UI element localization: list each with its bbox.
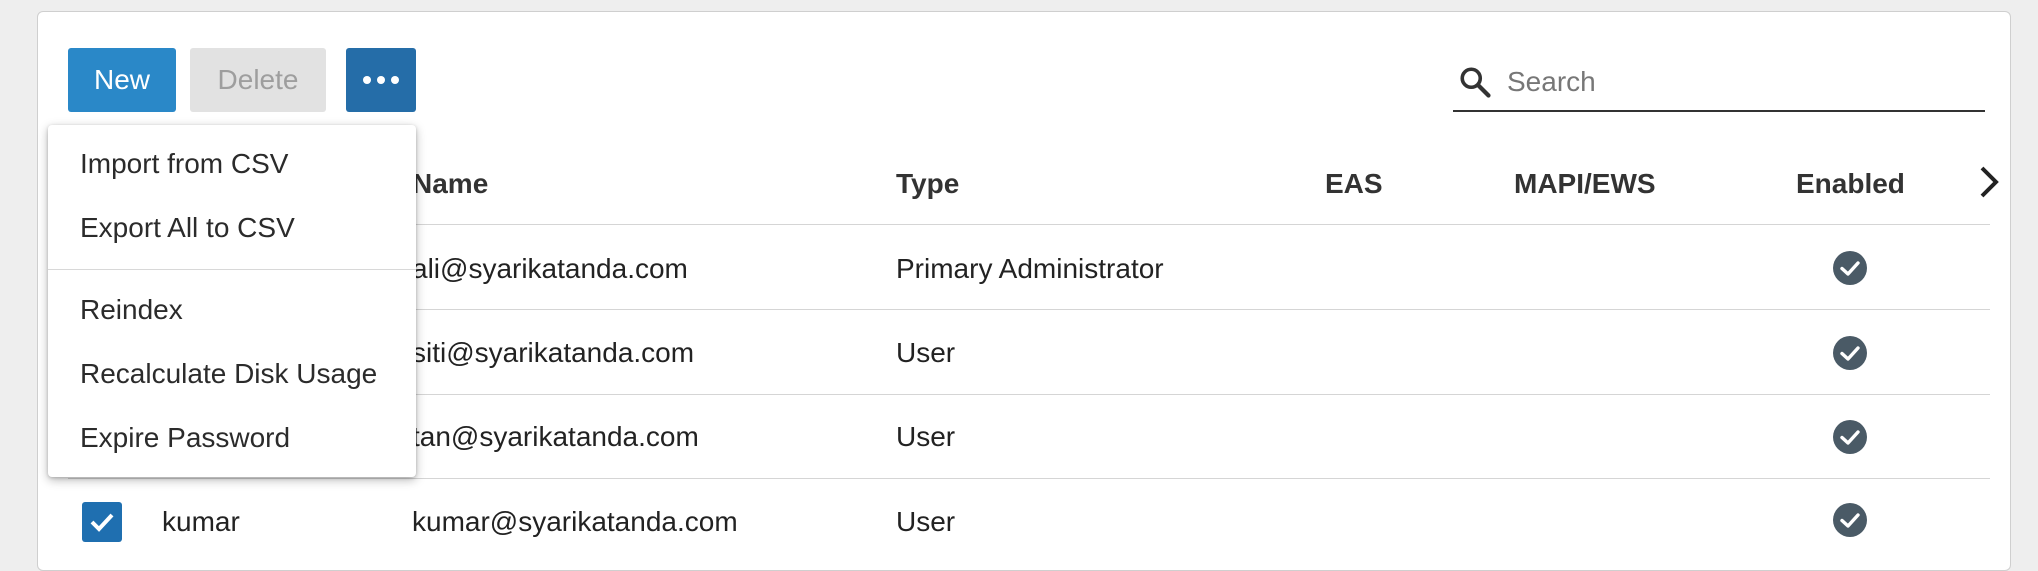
- enabled-check-icon: [1833, 420, 1867, 454]
- menu-item-reindex[interactable]: Reindex: [80, 292, 183, 328]
- menu-item-import-csv[interactable]: Import from CSV: [80, 146, 288, 182]
- enabled-check-icon: [1833, 336, 1867, 370]
- delete-button[interactable]: Delete: [190, 48, 326, 112]
- table-row-username[interactable]: kumar: [162, 504, 240, 540]
- search-box: [1453, 54, 1985, 112]
- enabled-check-icon: [1833, 251, 1867, 285]
- table-row-type: User: [896, 337, 956, 368]
- menu-item-recalculate-disk-usage[interactable]: Recalculate Disk Usage: [80, 356, 377, 392]
- table-row-type: Primary Administrator: [896, 253, 1164, 284]
- table-row-name[interactable]: kumar@syarikatanda.com: [412, 504, 738, 540]
- column-header-mapi-ews[interactable]: MAPI/EWS: [1514, 166, 1656, 202]
- more-actions-menu: Import from CSV Export All to CSV Reinde…: [48, 125, 416, 477]
- table-row-type: User: [896, 421, 956, 452]
- column-header-type[interactable]: Type: [896, 166, 959, 202]
- column-header-enabled[interactable]: Enabled: [1796, 166, 1905, 202]
- column-header-name[interactable]: Name: [412, 166, 488, 202]
- new-button[interactable]: New: [68, 48, 176, 112]
- table-row-name[interactable]: siti@syarikatanda.com: [412, 335, 694, 371]
- table-row-name[interactable]: tan@syarikatanda.com: [412, 419, 699, 455]
- more-actions-button[interactable]: [346, 48, 416, 112]
- column-header-eas[interactable]: EAS: [1325, 166, 1383, 202]
- enabled-check-icon: [1833, 503, 1867, 537]
- search-icon: [1460, 67, 1491, 98]
- search-input[interactable]: [1505, 54, 1979, 110]
- more-horizontal-icon: [363, 76, 399, 84]
- table-row-type: User: [896, 506, 956, 537]
- chevron-right-icon[interactable]: [1976, 164, 2002, 200]
- menu-item-export-csv[interactable]: Export All to CSV: [80, 210, 295, 246]
- menu-divider: [48, 269, 416, 270]
- row-checkbox[interactable]: [82, 502, 122, 542]
- table-row-name[interactable]: ali@syarikatanda.com: [412, 251, 688, 287]
- row-divider: [68, 478, 1990, 479]
- menu-item-expire-password[interactable]: Expire Password: [80, 420, 290, 456]
